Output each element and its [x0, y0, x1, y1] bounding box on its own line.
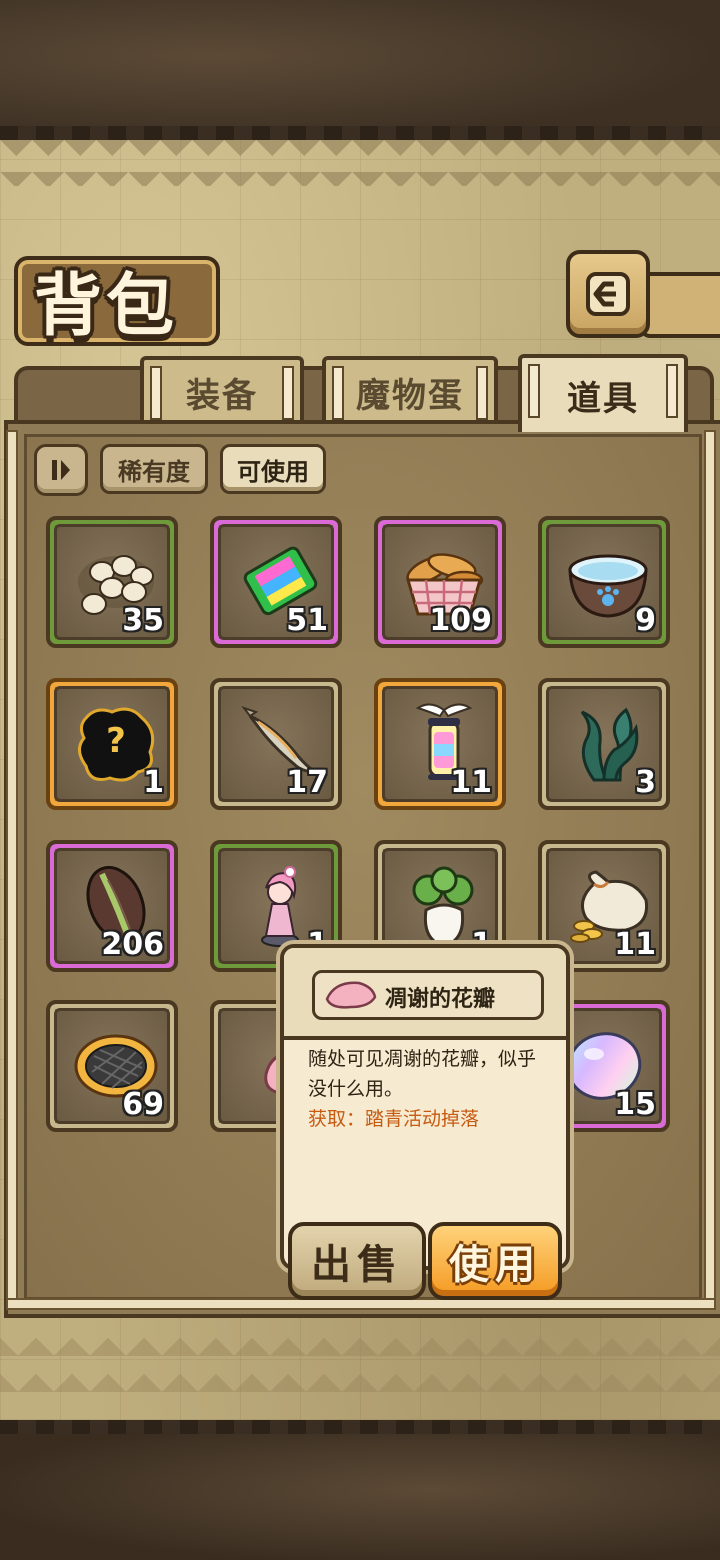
- item-count: 17: [286, 765, 328, 800]
- tab-label: 魔物蛋: [356, 375, 464, 416]
- sort-order-button[interactable]: [34, 444, 88, 496]
- item-count: 1: [143, 765, 164, 800]
- sell-button[interactable]: 出售: [288, 1222, 426, 1300]
- item-count: 11: [614, 927, 656, 962]
- popup-header: 凋谢的花瓣: [284, 948, 566, 1040]
- tab-label: 道具: [567, 378, 639, 419]
- tab-equipment[interactable]: 装备: [140, 356, 304, 424]
- tab-post: [150, 366, 162, 420]
- frame-rail-right: [704, 430, 716, 1306]
- sort-icon: [52, 460, 70, 480]
- item-count: 109: [429, 603, 492, 638]
- decor-border-bottom: [0, 1320, 720, 1400]
- item-source: 获取：踏青活动掉落: [308, 1108, 480, 1130]
- page-title: 背包: [34, 267, 179, 346]
- frame-rail-left: [6, 430, 18, 1306]
- item-name-box: 凋谢的花瓣: [312, 970, 544, 1020]
- item-slot[interactable]: 51: [210, 516, 342, 648]
- item-count: 51: [286, 603, 328, 638]
- item-count: 3: [635, 765, 656, 800]
- top-background: [0, 0, 720, 140]
- item-slot[interactable]: 35: [46, 516, 178, 648]
- item-count: 9: [635, 603, 656, 638]
- tab-post: [282, 366, 294, 420]
- tab-post: [332, 366, 344, 420]
- decor-border-top: [0, 140, 720, 186]
- item-slot[interactable]: 206: [46, 840, 178, 972]
- item-slot[interactable]: 109: [374, 516, 506, 648]
- item-count: 35: [122, 603, 164, 638]
- item-name: 凋谢的花瓣: [385, 987, 496, 1012]
- tab-post: [666, 364, 678, 418]
- item-count: 206: [101, 927, 164, 962]
- item-slot[interactable]: 69: [46, 1000, 178, 1132]
- back-button[interactable]: [566, 250, 650, 338]
- tab-monster-egg[interactable]: 魔物蛋: [322, 356, 498, 424]
- item-slot[interactable]: 9: [538, 516, 670, 648]
- tab-post: [528, 364, 540, 418]
- item-slot[interactable]: ? 1: [46, 678, 178, 810]
- header-bar: [640, 272, 720, 338]
- back-arrow-icon: [586, 272, 630, 316]
- item-slot[interactable]: 17: [210, 678, 342, 810]
- svg-text:?: ?: [106, 721, 126, 761]
- tab-label: 装备: [186, 375, 258, 416]
- item-slot[interactable]: 11: [374, 678, 506, 810]
- item-slot[interactable]: 3: [538, 678, 670, 810]
- tab-items[interactable]: 道具: [518, 354, 688, 432]
- tab-post: [476, 366, 488, 420]
- petal-icon: [325, 981, 377, 1009]
- bottom-background: [0, 1420, 720, 1560]
- item-count: 11: [450, 765, 492, 800]
- filter-rarity[interactable]: 稀有度: [100, 444, 208, 494]
- item-description: 随处可见凋谢的花瓣，似乎没什么用。: [308, 1048, 537, 1100]
- use-button[interactable]: 使用: [428, 1222, 562, 1300]
- item-count: 69: [122, 1087, 164, 1122]
- item-count: 15: [614, 1087, 656, 1122]
- filter-usable[interactable]: 可使用: [220, 444, 326, 494]
